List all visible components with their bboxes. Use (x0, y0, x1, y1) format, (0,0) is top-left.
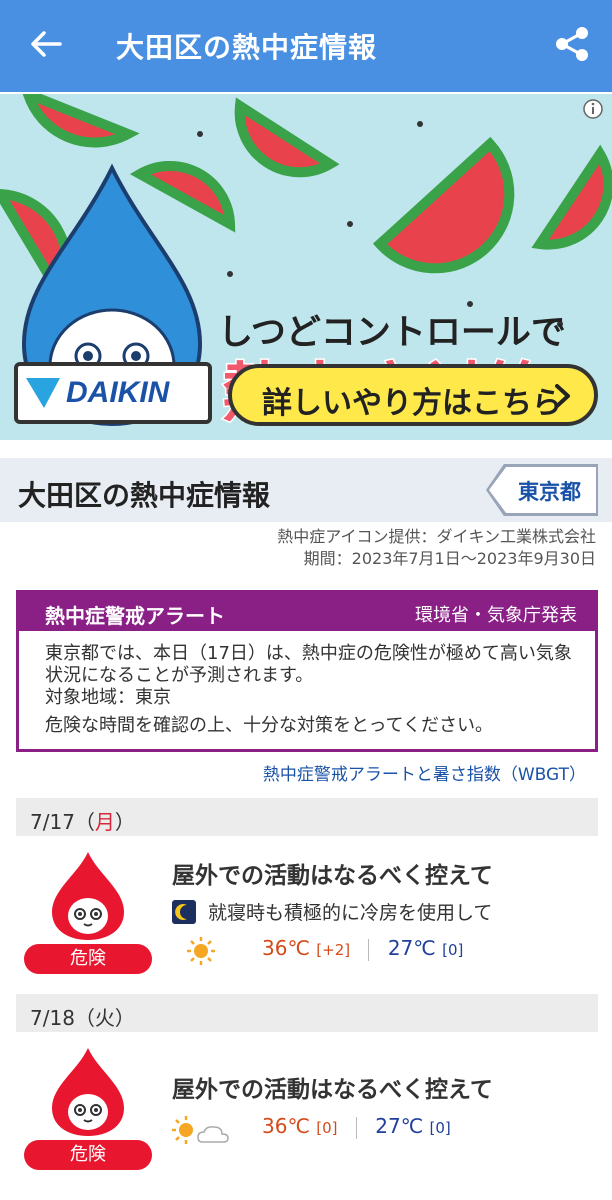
day-advice: 屋外での活動はなるべく控えて (172, 1077, 493, 1103)
wbgt-link[interactable]: 熱中症警戒アラートと暑さ指数（WBGT） (263, 760, 586, 785)
day-advice: 屋外での活動はなるべく控えて (172, 863, 493, 889)
period-line: 期間：2023年7月1日〜2023年9月30日 (303, 549, 596, 568)
sun-cloud-icon (172, 1116, 229, 1144)
max-temp-diff: [+2] (316, 941, 351, 959)
share-icon[interactable] (552, 24, 592, 64)
min-temp-diff: [0] (429, 1119, 451, 1137)
day-date: 7/17（月） (30, 810, 135, 834)
back-arrow-icon[interactable] (26, 24, 66, 64)
section-title: 大田区の熱中症情報 (18, 479, 271, 512)
app-title: 大田区の熱中症情報 (116, 31, 378, 64)
temperature-row: 36℃ [0] 27℃ [0] (262, 1114, 451, 1139)
banner-cta-button[interactable]: 詳しいやり方はこちら (228, 364, 598, 426)
credit-line: 熱中症アイコン提供：ダイキン工業株式会社 (277, 527, 596, 546)
day-header: 7/17（月） (16, 798, 598, 836)
daikin-logo-mark (26, 378, 60, 408)
alert-body: 東京都では、本日（17日）は、熱中症の危険性が極めて高い気象状況になることが予測… (45, 643, 577, 743)
min-temp: 27℃ (375, 1114, 424, 1138)
night-advice: 就寝時も積極的に冷房を使用して (172, 898, 492, 925)
danger-level-badge: 危険 (24, 944, 152, 974)
prefecture-label[interactable]: 東京都 (518, 476, 581, 506)
sun-icon (187, 937, 215, 965)
info-icon[interactable] (582, 98, 604, 120)
day-date: 7/18（火） (30, 1006, 135, 1030)
night-advice-text: 就寝時も積極的に冷房を使用して (208, 902, 493, 924)
alert-header: 熱中症警戒アラート 環境省・気象庁発表 (19, 593, 595, 631)
danger-level-badge: 危険 (24, 1140, 152, 1170)
danger-mascot-icon (52, 1048, 124, 1136)
alert-area: 対象地域：東京 (45, 687, 171, 708)
ad-banner[interactable]: しつどコントロールで 熱中症対策 DAIKIN 詳しいやり方はこちら (0, 94, 612, 440)
alert-message: 東京都では、本日（17日）は、熱中症の危険性が極めて高い気象状況になることが予測… (45, 643, 572, 686)
divider (368, 938, 370, 961)
moon-icon (172, 899, 196, 924)
alert-source: 環境省・気象庁発表 (415, 605, 577, 626)
max-temp: 36℃ (262, 936, 310, 960)
logo-text: DAIKIN (66, 376, 170, 409)
day-header: 7/18（火） (16, 994, 598, 1032)
danger-mascot-icon (52, 852, 124, 940)
min-temp-diff: [0] (442, 941, 464, 959)
max-temp: 36℃ (262, 1114, 310, 1138)
alert-title: 熱中症警戒アラート (45, 604, 225, 628)
daikin-logo: DAIKIN (14, 362, 212, 424)
app-bar: 大田区の熱中症情報 (0, 0, 612, 92)
alert-advice: 危険な時間を確認の上、十分な対策をとってください。 (45, 715, 494, 736)
heat-alert-box: 熱中症警戒アラート 環境省・気象庁発表 東京都では、本日（17日）は、熱中症の危… (16, 590, 598, 752)
divider (355, 1116, 357, 1139)
temperature-row: 36℃ [+2] 27℃ [0] (262, 936, 463, 961)
chevron-right-icon (555, 384, 570, 408)
min-temp: 27℃ (387, 936, 436, 960)
cta-label: 詳しいやり方はこちら (262, 386, 562, 421)
max-temp-diff: [0] (316, 1119, 338, 1137)
credit-text: 熱中症アイコン提供：ダイキン工業株式会社 期間：2023年7月1日〜2023年9… (277, 526, 596, 570)
